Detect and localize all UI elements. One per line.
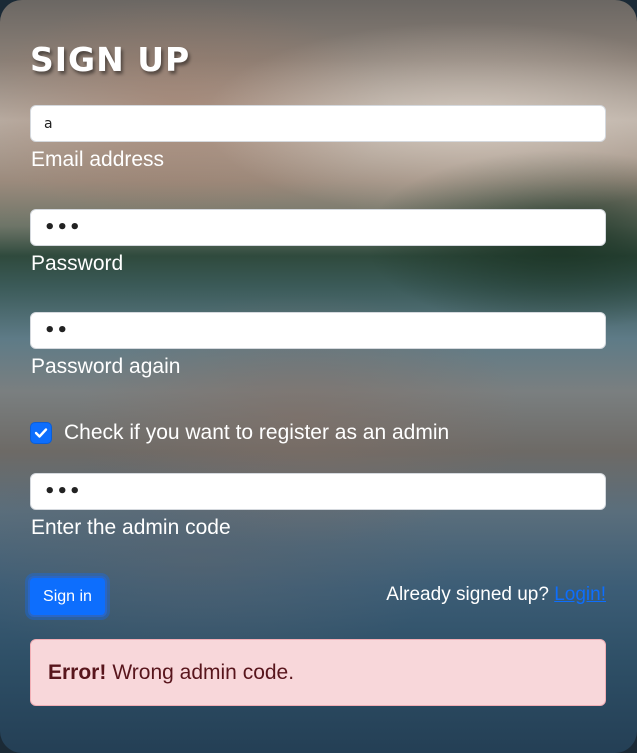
page-title: SIGN UP	[30, 40, 191, 79]
admin-code-label: Enter the admin code	[31, 516, 231, 539]
admin-checkbox-label[interactable]: Check if you want to register as an admi…	[64, 421, 449, 445]
already-signed-up-text: Already signed up?	[386, 584, 549, 605]
sign-in-button[interactable]: Sign in	[28, 576, 107, 617]
error-alert: Error! Wrong admin code.	[30, 639, 606, 706]
password-label: Password	[31, 252, 124, 275]
alert-strong: Error!	[48, 660, 107, 684]
signup-card: SIGN UP a Email address ••• Password •• …	[0, 0, 637, 753]
admin-checkbox[interactable]	[30, 422, 52, 444]
password-input[interactable]: •••	[30, 209, 606, 246]
already-signed-up: Already signed up? Login!	[386, 584, 606, 606]
admin-code-input[interactable]: •••	[30, 473, 606, 510]
check-icon	[34, 428, 48, 438]
email-label: Email address	[31, 148, 165, 171]
alert-message: Wrong admin code.	[112, 660, 295, 684]
password-again-label: Password again	[31, 355, 181, 378]
login-link[interactable]: Login!	[554, 584, 606, 605]
admin-checkbox-row: Check if you want to register as an admi…	[30, 421, 449, 445]
email-input[interactable]: a	[30, 105, 606, 142]
password-again-input[interactable]: ••	[30, 312, 606, 349]
